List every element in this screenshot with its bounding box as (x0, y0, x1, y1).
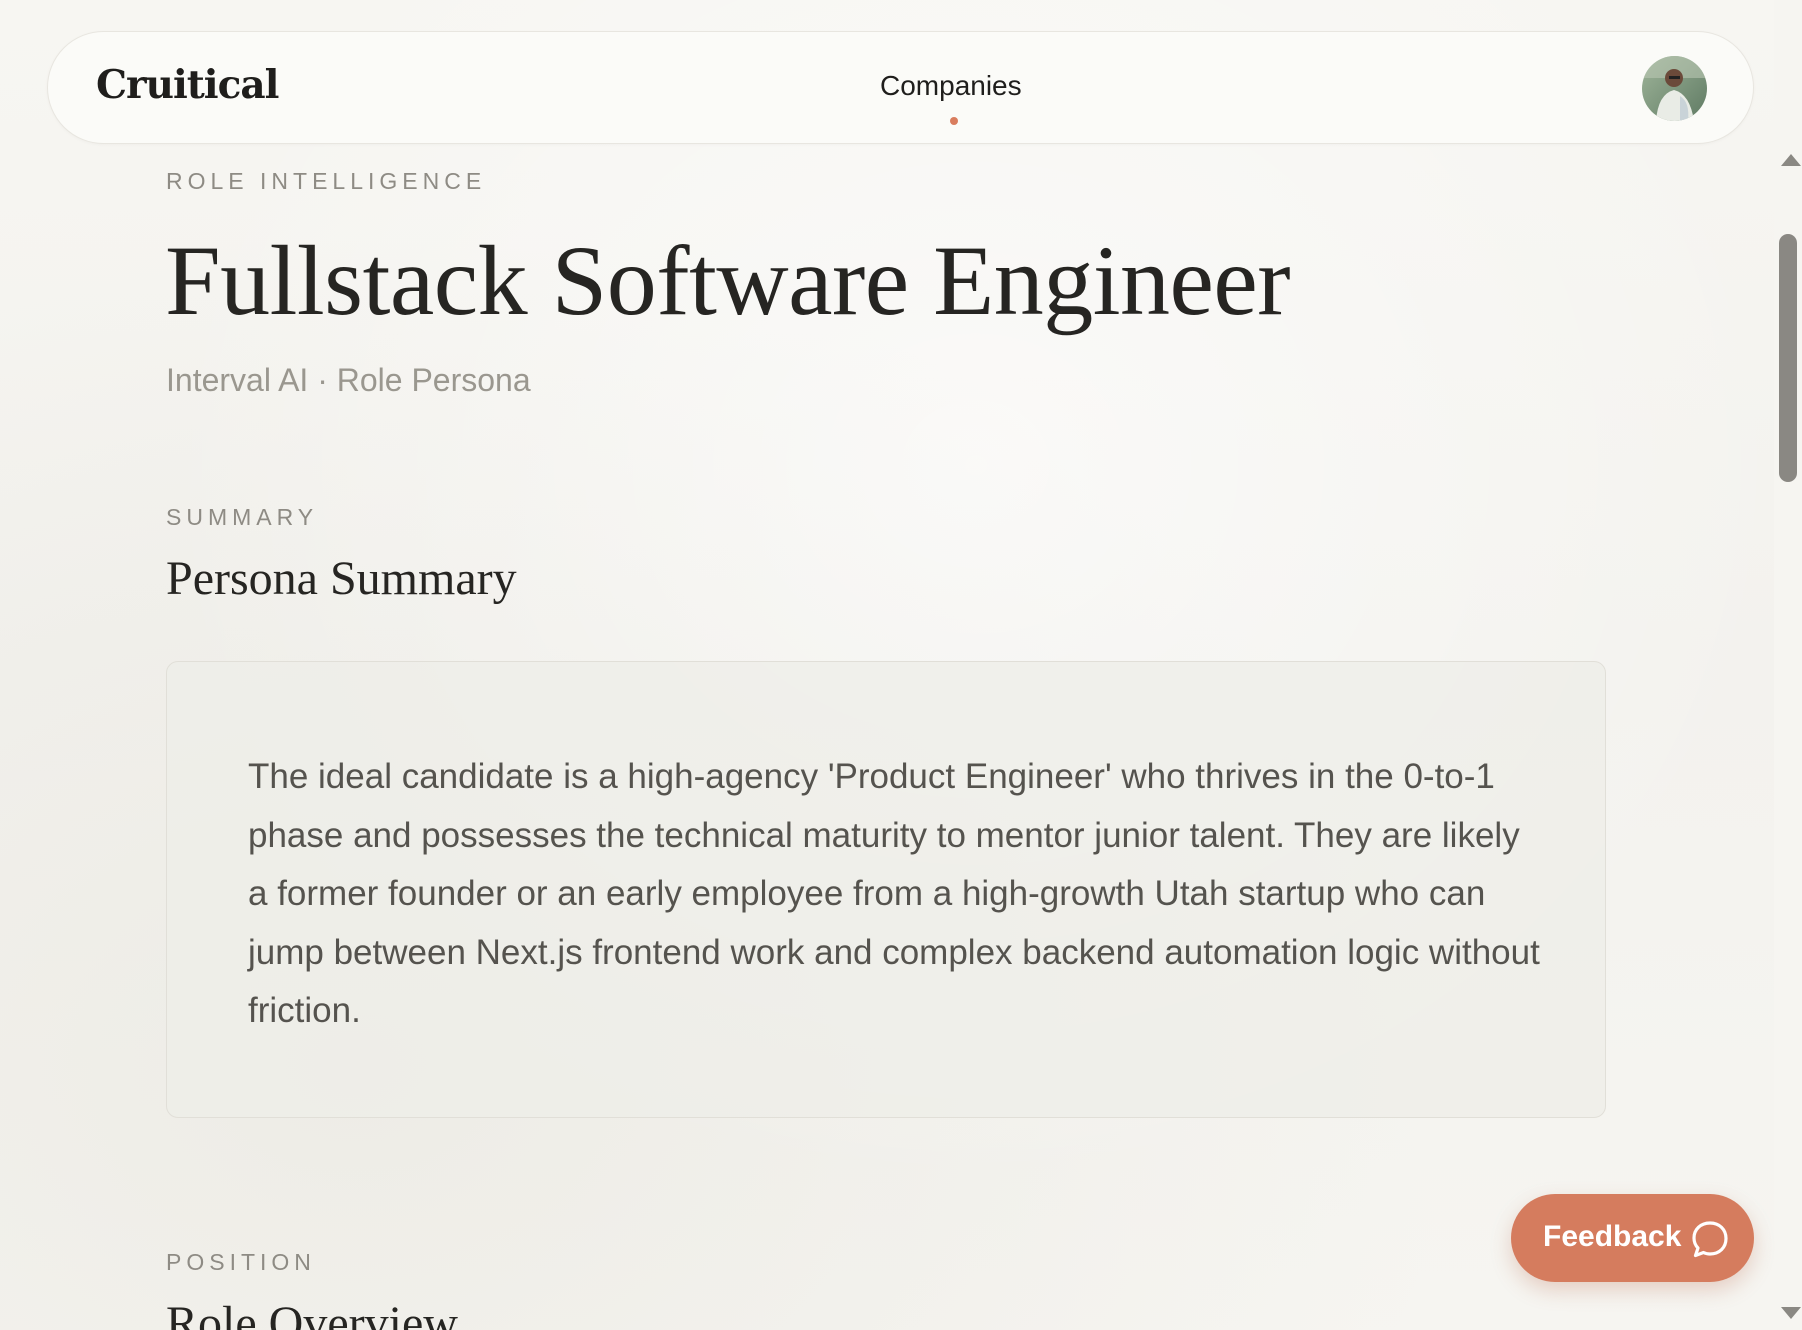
avatar-image (1642, 56, 1707, 121)
persona-summary-heading: Persona Summary (166, 552, 517, 605)
scroll-up-arrow-icon[interactable] (1781, 154, 1801, 166)
top-nav-bar: Cruitical Companies (47, 31, 1754, 144)
role-intelligence-eyebrow: ROLE INTELLIGENCE (166, 168, 487, 194)
role-overview-heading: Role Overview (166, 1297, 458, 1330)
summary-eyebrow: SUMMARY (166, 504, 319, 530)
user-avatar[interactable] (1642, 56, 1707, 121)
active-nav-indicator (950, 117, 958, 125)
scroll-down-arrow-icon[interactable] (1781, 1307, 1801, 1319)
position-eyebrow: POSITION (166, 1249, 316, 1275)
chat-bubble-icon (1692, 1221, 1728, 1258)
persona-summary-card: The ideal candidate is a high-agency 'Pr… (166, 661, 1606, 1118)
page-subtitle: Interval AI · Role Persona (166, 362, 531, 398)
nav-companies-link[interactable]: Companies (880, 70, 1022, 102)
vertical-scrollbar[interactable] (1774, 146, 1802, 1330)
logo[interactable]: Cruitical (96, 62, 279, 108)
page-title: Fullstack Software Engineer (165, 225, 1291, 336)
feedback-button[interactable]: Feedback (1511, 1194, 1754, 1282)
persona-summary-text: The ideal candidate is a high-agency 'Pr… (248, 757, 1540, 1030)
feedback-label: Feedback (1543, 1220, 1682, 1253)
scrollbar-thumb[interactable] (1779, 234, 1797, 482)
